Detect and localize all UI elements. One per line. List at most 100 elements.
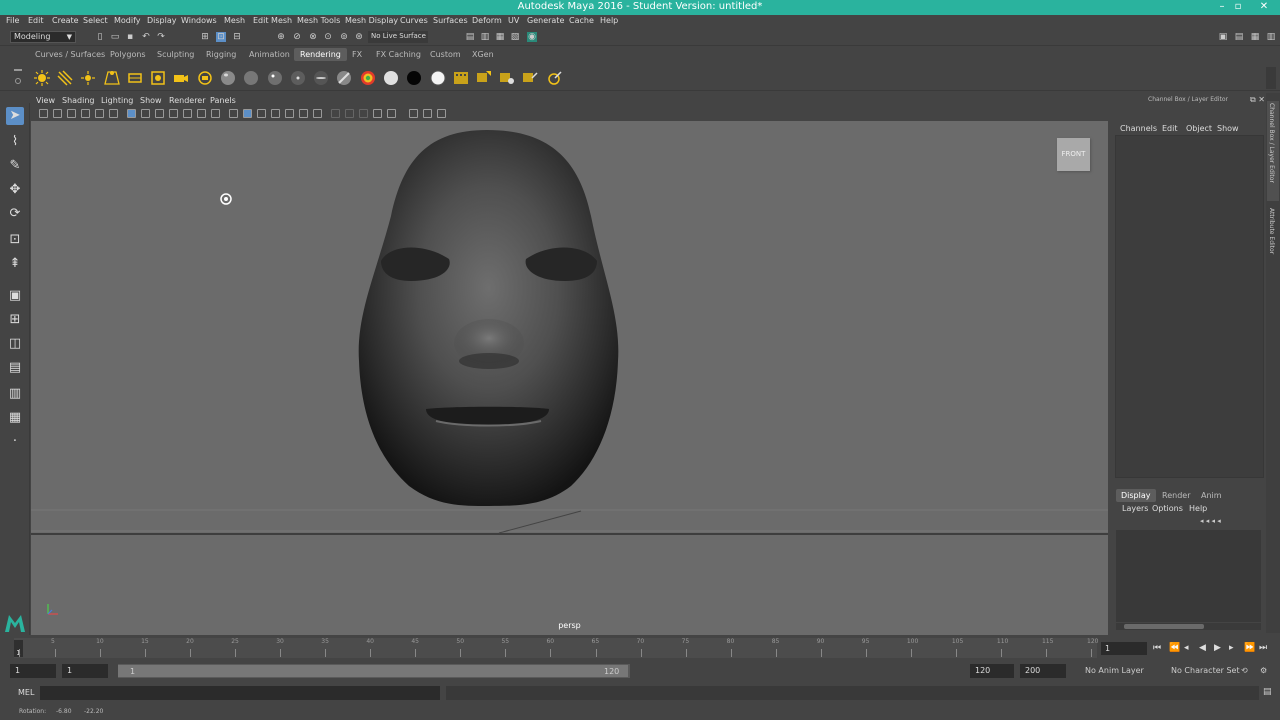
shelf-tab-curves-surfaces[interactable]: Curves / Surfaces — [35, 50, 105, 59]
viewport-menu-renderer[interactable]: Renderer — [169, 96, 206, 105]
select-component-icon[interactable]: ⊟ — [232, 32, 242, 42]
toggle-attribute-editor-icon[interactable]: ▦ — [1250, 32, 1260, 42]
hypershade-tool-icon[interactable] — [546, 70, 562, 86]
camera-icon[interactable] — [173, 70, 189, 86]
snap-view-icon[interactable]: ⊙ — [323, 32, 333, 42]
mode-selector[interactable]: Modeling ▼ — [10, 31, 76, 43]
live-surface-field[interactable]: No Live Surface — [368, 31, 428, 43]
save-scene-icon[interactable]: ▪ — [125, 32, 135, 42]
menu-display[interactable]: Display — [147, 16, 177, 25]
menu-cache[interactable]: Cache — [569, 16, 594, 25]
grease-pencil-icon[interactable] — [109, 109, 118, 118]
point-light-icon[interactable] — [80, 70, 96, 86]
layout-options-icon[interactable]: · — [6, 433, 24, 451]
multisample-aa-icon[interactable] — [345, 109, 354, 118]
channel-box-menu-object[interactable]: Object — [1186, 124, 1212, 133]
move-tool-icon[interactable]: ✥ — [6, 181, 24, 199]
time-slider-track[interactable]: 1 51015202530354045505560657075808590951… — [14, 638, 1098, 658]
step-forward-key-icon[interactable]: ⏩ — [1244, 643, 1255, 653]
shelf-tab-custom[interactable]: Custom — [430, 50, 461, 59]
viewport-menu-shading[interactable]: Shading — [62, 96, 95, 105]
shelf-tab-xgen[interactable]: XGen — [472, 50, 494, 59]
select-tool-icon[interactable]: ➤ — [6, 107, 24, 125]
menu-deform[interactable]: Deform — [472, 16, 502, 25]
shadows-icon[interactable] — [299, 109, 308, 118]
xray-icon[interactable] — [387, 109, 396, 118]
shelf-tab-animation[interactable]: Animation — [249, 50, 290, 59]
channel-box-area[interactable] — [1115, 135, 1264, 478]
lambert-material-icon[interactable] — [243, 70, 259, 86]
shelf-tab-sculpting[interactable]: Sculpting — [157, 50, 194, 59]
menu-generate[interactable]: Generate — [527, 16, 564, 25]
shelf-tab-fx[interactable]: FX — [352, 50, 362, 59]
ambient-light-icon[interactable] — [34, 70, 50, 86]
viewport-menu-panels[interactable]: Panels — [210, 96, 236, 105]
select-object-icon[interactable]: ⊡ — [216, 32, 226, 42]
ambient-occlusion-icon[interactable] — [313, 109, 322, 118]
layer-menu-help[interactable]: Help — [1189, 504, 1207, 513]
animation-start-field[interactable]: 1 — [10, 664, 56, 678]
last-tool-icon[interactable]: ⇞ — [6, 255, 24, 273]
wireframe-icon[interactable] — [229, 109, 238, 118]
render-settings-icon[interactable]: ▧ — [510, 32, 520, 42]
open-scene-icon[interactable]: ▭ — [110, 32, 120, 42]
ipr-render-icon[interactable]: ▦ — [495, 32, 505, 42]
render-history-icon[interactable]: ▤ — [465, 32, 475, 42]
viewport-menu-lighting[interactable]: Lighting — [101, 96, 133, 105]
safe-action-icon[interactable] — [197, 109, 206, 118]
graph-layout-icon[interactable]: ▥ — [6, 385, 24, 403]
shelf-editor-icon[interactable] — [15, 78, 21, 84]
shelf-tab-polygons[interactable]: Polygons — [110, 50, 146, 59]
snap-curve-icon[interactable]: ⊘ — [292, 32, 302, 42]
go-to-start-icon[interactable]: ⏮ — [1153, 643, 1161, 653]
select-camera-icon[interactable] — [39, 109, 48, 118]
depth-of-field-icon[interactable] — [359, 109, 368, 118]
new-scene-icon[interactable]: ▯ — [95, 32, 105, 42]
playback-start-field[interactable]: 1 — [62, 664, 108, 678]
snap-grid-icon[interactable]: ⊕ — [276, 32, 286, 42]
layer-tab-display[interactable]: Display — [1116, 489, 1156, 502]
snap-point-icon[interactable]: ⊗ — [308, 32, 318, 42]
isolate-select-icon[interactable] — [373, 109, 382, 118]
channel-box-menu-show[interactable]: Show — [1217, 124, 1239, 133]
spot-light-icon[interactable] — [104, 70, 120, 86]
volume-light-icon[interactable] — [150, 70, 166, 86]
batch-render-icon[interactable] — [522, 70, 538, 86]
layer-move-icons[interactable]: ◂ ◂ ◂ ◂ — [1200, 517, 1221, 525]
bookmarks-icon[interactable] — [67, 109, 76, 118]
menu-windows[interactable]: Windows — [181, 16, 217, 25]
playback-end-field[interactable]: 120 — [970, 664, 1014, 678]
blinn-material-icon[interactable] — [220, 70, 236, 86]
shelf-tab-rigging[interactable]: Rigging — [206, 50, 236, 59]
menu-edit[interactable]: Edit — [28, 16, 44, 25]
mask-mesh[interactable] — [358, 130, 619, 506]
menu-mesh[interactable]: Mesh — [224, 16, 245, 25]
shelf-tab-rendering[interactable]: Rendering — [294, 48, 347, 61]
shelf-menu-icon[interactable] — [14, 69, 22, 71]
phong-material-icon[interactable] — [267, 70, 283, 86]
grid-icon[interactable] — [127, 109, 136, 118]
gamma-icon[interactable] — [437, 109, 446, 118]
xray-components-icon[interactable] — [423, 109, 432, 118]
menu-mesh-tools[interactable]: Mesh Tools — [297, 16, 340, 25]
side-tab-channel-box[interactable]: Channel Box / Layer Editor — [1268, 103, 1275, 183]
render-current-frame-icon[interactable] — [453, 70, 469, 86]
two-pane-icon[interactable]: ◫ — [6, 335, 24, 353]
2d-pan-zoom-icon[interactable] — [95, 109, 104, 118]
single-pane-icon[interactable]: ▣ — [6, 287, 24, 305]
make-live-icon[interactable]: ⊛ — [354, 32, 364, 42]
menu-select[interactable]: Select — [83, 16, 108, 25]
menu-create[interactable]: Create — [52, 16, 79, 25]
wireframe-on-shaded-icon[interactable] — [257, 109, 266, 118]
film-gate-icon[interactable] — [141, 109, 150, 118]
range-bar[interactable]: 1 120 — [118, 664, 630, 678]
menu-curves[interactable]: Curves — [400, 16, 428, 25]
render-settings-icon[interactable] — [499, 70, 515, 86]
viewport-menu-view[interactable]: View — [36, 96, 55, 105]
step-forward-frame-icon[interactable]: ▸ — [1229, 643, 1234, 653]
anim-layer-dropdown[interactable]: No Anim Layer — [1085, 666, 1144, 675]
step-back-frame-icon[interactable]: ◂ — [1184, 643, 1189, 653]
uv-layout-icon[interactable]: ▦ — [6, 409, 24, 427]
auto-key-icon[interactable]: ⟲ — [1241, 666, 1248, 675]
four-pane-icon[interactable]: ⊞ — [6, 311, 24, 329]
